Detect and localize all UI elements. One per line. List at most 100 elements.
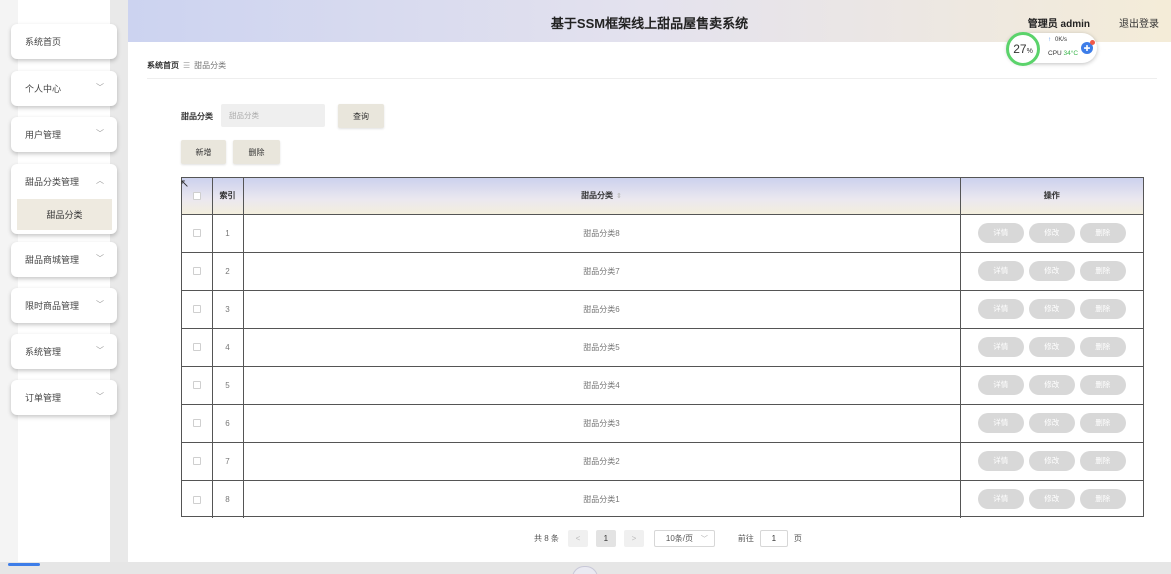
row-checkbox[interactable] bbox=[192, 495, 201, 504]
row-checkbox[interactable] bbox=[192, 381, 201, 390]
row-category: 甜品分类5 bbox=[243, 328, 961, 367]
sidebar-item-order-management[interactable]: 订单管理 ﹀ bbox=[11, 380, 117, 415]
logout-link[interactable]: 退出登录 bbox=[1119, 15, 1159, 30]
row-checkbox[interactable] bbox=[192, 457, 201, 466]
sidebar-subitem-label: 甜品分类 bbox=[46, 210, 83, 220]
pagination: 共 8 条 < 1 > 10条/页 ﹀ 前往 1 页 bbox=[534, 529, 802, 547]
edit-button[interactable]: 修改 bbox=[1028, 261, 1075, 281]
cpu-monitor-widget[interactable]: 27% ↑ 0K/s CPU 34°C ✚ bbox=[1006, 32, 1097, 66]
scrollbar-thumb[interactable] bbox=[8, 563, 40, 566]
sidebar-item-label: 订单管理 bbox=[25, 393, 62, 403]
sidebar-item-home[interactable]: 系统首页 bbox=[11, 24, 117, 59]
batch-delete-button[interactable]: 删除 bbox=[233, 140, 280, 164]
edit-button[interactable]: 修改 bbox=[1028, 223, 1075, 243]
delete-button[interactable]: 删除 bbox=[1079, 375, 1126, 395]
table-header-row: 索引 甜品分类 ⇕ 操作 bbox=[182, 178, 1143, 215]
chevron-down-icon: ﹀ bbox=[96, 129, 104, 138]
delete-button[interactable]: 删除 bbox=[1079, 299, 1126, 319]
delete-button[interactable]: 删除 bbox=[1079, 489, 1126, 510]
detail-button[interactable]: 详情 bbox=[977, 223, 1024, 243]
row-operations: 详情 修改 删除 bbox=[960, 290, 1143, 329]
row-category: 甜品分类8 bbox=[243, 214, 961, 253]
prev-page-button[interactable]: < bbox=[567, 529, 588, 547]
detail-button[interactable]: 详情 bbox=[977, 299, 1024, 319]
sidebar-item-label: 甜品分类管理 bbox=[25, 177, 80, 187]
delete-button[interactable]: 删除 bbox=[1079, 337, 1126, 357]
cpu-usage-value: 27 bbox=[1013, 42, 1027, 56]
sidebar-item-personal-center[interactable]: 个人中心 ﹀ bbox=[11, 71, 117, 106]
column-header-operations: 操作 bbox=[960, 178, 1143, 215]
row-checkbox[interactable] bbox=[192, 343, 201, 352]
sidebar-item-flash-sale-management[interactable]: 限时商品管理 ﹀ bbox=[11, 288, 117, 323]
row-category: 甜品分类6 bbox=[243, 290, 961, 329]
detail-button[interactable]: 详情 bbox=[977, 413, 1024, 433]
row-select-cell bbox=[182, 404, 213, 443]
sidebar-item-dessert-mall-management[interactable]: 甜品商城管理 ﹀ bbox=[11, 242, 117, 277]
next-page-button[interactable]: > bbox=[623, 529, 644, 547]
detail-button[interactable]: 详情 bbox=[977, 261, 1024, 281]
sidebar-item-user-management[interactable]: 用户管理 ﹀ bbox=[11, 117, 117, 152]
sidebar-item-system-management[interactable]: 系统管理 ﹀ bbox=[11, 334, 117, 369]
sidebar-item-label: 甜品商城管理 bbox=[25, 255, 80, 265]
breadcrumb-home[interactable]: 系统首页 bbox=[147, 61, 179, 70]
edit-button[interactable]: 修改 bbox=[1028, 413, 1075, 433]
sidebar-item-label: 限时商品管理 bbox=[25, 301, 80, 311]
edit-button[interactable]: 修改 bbox=[1028, 299, 1075, 319]
row-category: 甜品分类1 bbox=[243, 480, 961, 518]
row-index: 8 bbox=[212, 480, 244, 518]
horizontal-scrollbar[interactable] bbox=[0, 562, 1171, 574]
search-label: 甜品分类 bbox=[181, 112, 213, 121]
edit-button[interactable]: 修改 bbox=[1028, 489, 1075, 510]
edit-button[interactable]: 修改 bbox=[1028, 375, 1075, 395]
row-checkbox[interactable] bbox=[192, 305, 201, 314]
select-all-checkbox[interactable] bbox=[192, 192, 201, 201]
query-button[interactable]: 查询 bbox=[338, 104, 384, 128]
row-select-cell bbox=[182, 328, 213, 367]
detail-button[interactable]: 详情 bbox=[977, 375, 1024, 395]
delete-button[interactable]: 删除 bbox=[1079, 413, 1126, 433]
delete-button[interactable]: 删除 bbox=[1079, 451, 1126, 471]
chevron-down-icon: ﹀ bbox=[96, 346, 104, 355]
cpu-temperature-value: 34°C bbox=[1063, 50, 1079, 57]
chevron-down-icon: ﹀ bbox=[700, 535, 708, 543]
column-header-category[interactable]: 甜品分类 ⇕ bbox=[243, 178, 961, 215]
row-operations: 详情 修改 删除 bbox=[960, 366, 1143, 405]
row-checkbox[interactable] bbox=[192, 229, 201, 238]
page-size-select[interactable]: 10条/页 ﹀ bbox=[653, 529, 715, 547]
edit-button[interactable]: 修改 bbox=[1028, 337, 1075, 357]
sort-icon[interactable]: ⇕ bbox=[616, 193, 622, 200]
page-size-value: 10条/页 bbox=[665, 533, 694, 543]
sidebar-item-label: 系统管理 bbox=[25, 347, 62, 357]
cpu-usage-unit: % bbox=[1026, 47, 1033, 55]
search-input[interactable] bbox=[221, 104, 325, 127]
page-number-button[interactable]: 1 bbox=[595, 529, 616, 547]
delete-button[interactable]: 删除 bbox=[1079, 223, 1126, 243]
detail-button[interactable]: 详情 bbox=[977, 489, 1024, 510]
breadcrumb-separator-icon: ☰ bbox=[183, 61, 191, 70]
goto-page-input[interactable]: 1 bbox=[759, 529, 788, 547]
table-row: 3 甜品分类6 详情 修改 删除 bbox=[182, 290, 1143, 329]
current-user: 管理员 admin bbox=[1027, 19, 1090, 30]
floating-handle[interactable] bbox=[572, 566, 598, 574]
row-select-cell bbox=[182, 480, 213, 518]
goto-label: 前往 bbox=[737, 533, 754, 543]
row-checkbox[interactable] bbox=[192, 419, 201, 428]
row-checkbox[interactable] bbox=[192, 267, 201, 276]
table-row: 8 甜品分类1 详情 修改 删除 bbox=[182, 480, 1143, 518]
row-category: 甜品分类2 bbox=[243, 442, 961, 481]
table-row: 2 甜品分类7 详情 修改 删除 bbox=[182, 252, 1143, 291]
row-operations: 详情 修改 删除 bbox=[960, 328, 1143, 367]
mouse-cursor-icon: ↖ bbox=[180, 178, 190, 190]
add-button[interactable]: 新增 bbox=[181, 140, 226, 164]
detail-button[interactable]: 详情 bbox=[977, 451, 1024, 471]
row-operations: 详情 修改 删除 bbox=[960, 214, 1143, 253]
sidebar-item-label: 用户管理 bbox=[25, 130, 62, 140]
sidebar-subitem-dessert-category[interactable]: 甜品分类 bbox=[17, 199, 112, 230]
edit-button[interactable]: 修改 bbox=[1028, 451, 1075, 471]
row-operations: 详情 修改 删除 bbox=[960, 442, 1143, 481]
detail-button[interactable]: 详情 bbox=[977, 337, 1024, 357]
delete-button[interactable]: 删除 bbox=[1079, 261, 1126, 281]
row-index: 2 bbox=[212, 252, 244, 291]
sidebar-item-dessert-category-management[interactable]: 甜品分类管理 ︿ bbox=[11, 164, 117, 199]
page-suffix: 页 bbox=[793, 533, 802, 543]
